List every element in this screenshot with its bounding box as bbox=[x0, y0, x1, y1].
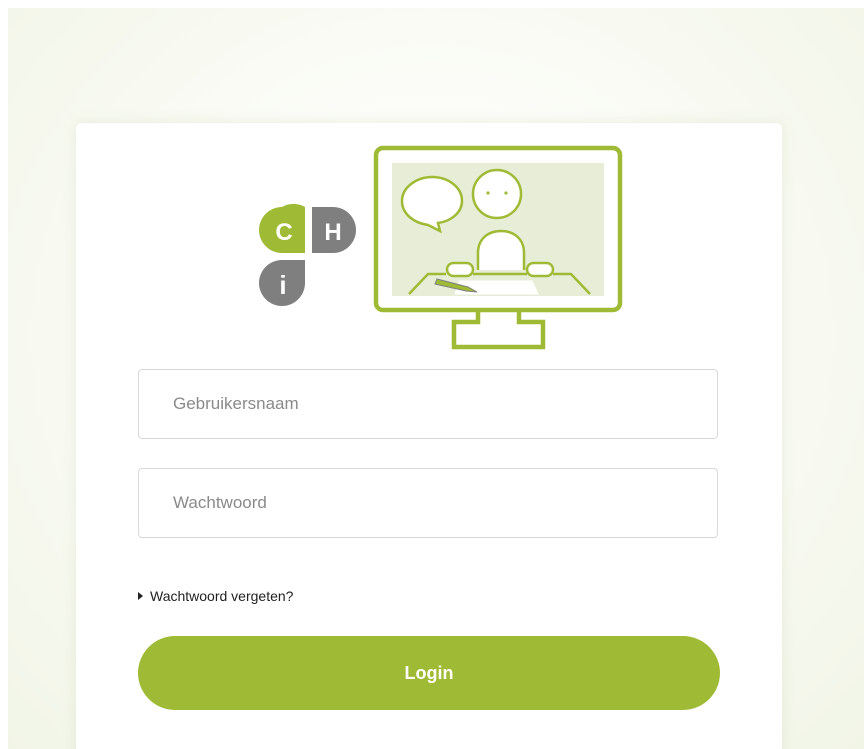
username-input[interactable] bbox=[138, 369, 718, 439]
person-head bbox=[471, 168, 523, 220]
logo-letter-c: C bbox=[275, 219, 292, 246]
logo-letter-h: H bbox=[324, 219, 341, 246]
login-button[interactable]: Login bbox=[138, 636, 720, 710]
forgot-password-link[interactable]: Wachtwoord vergeten? bbox=[138, 588, 293, 604]
forgot-password-label: Wachtwoord vergeten? bbox=[150, 588, 294, 604]
left-strip bbox=[0, 0, 8, 749]
person-hand-left bbox=[445, 261, 475, 278]
password-input[interactable] bbox=[138, 468, 718, 538]
person-hand-right bbox=[525, 261, 555, 278]
monitor-stand bbox=[451, 312, 546, 350]
top-strip bbox=[0, 0, 864, 8]
person-body bbox=[476, 229, 526, 270]
chi-logo: C H i bbox=[259, 145, 623, 350]
person-eye-right bbox=[504, 191, 508, 195]
monitor-video-call-icon bbox=[373, 145, 623, 350]
caret-right-icon bbox=[138, 592, 143, 600]
chi-letter-blocks: C H i bbox=[259, 203, 356, 306]
person-eye-left bbox=[486, 191, 490, 195]
logo-letter-i: i bbox=[279, 270, 286, 300]
